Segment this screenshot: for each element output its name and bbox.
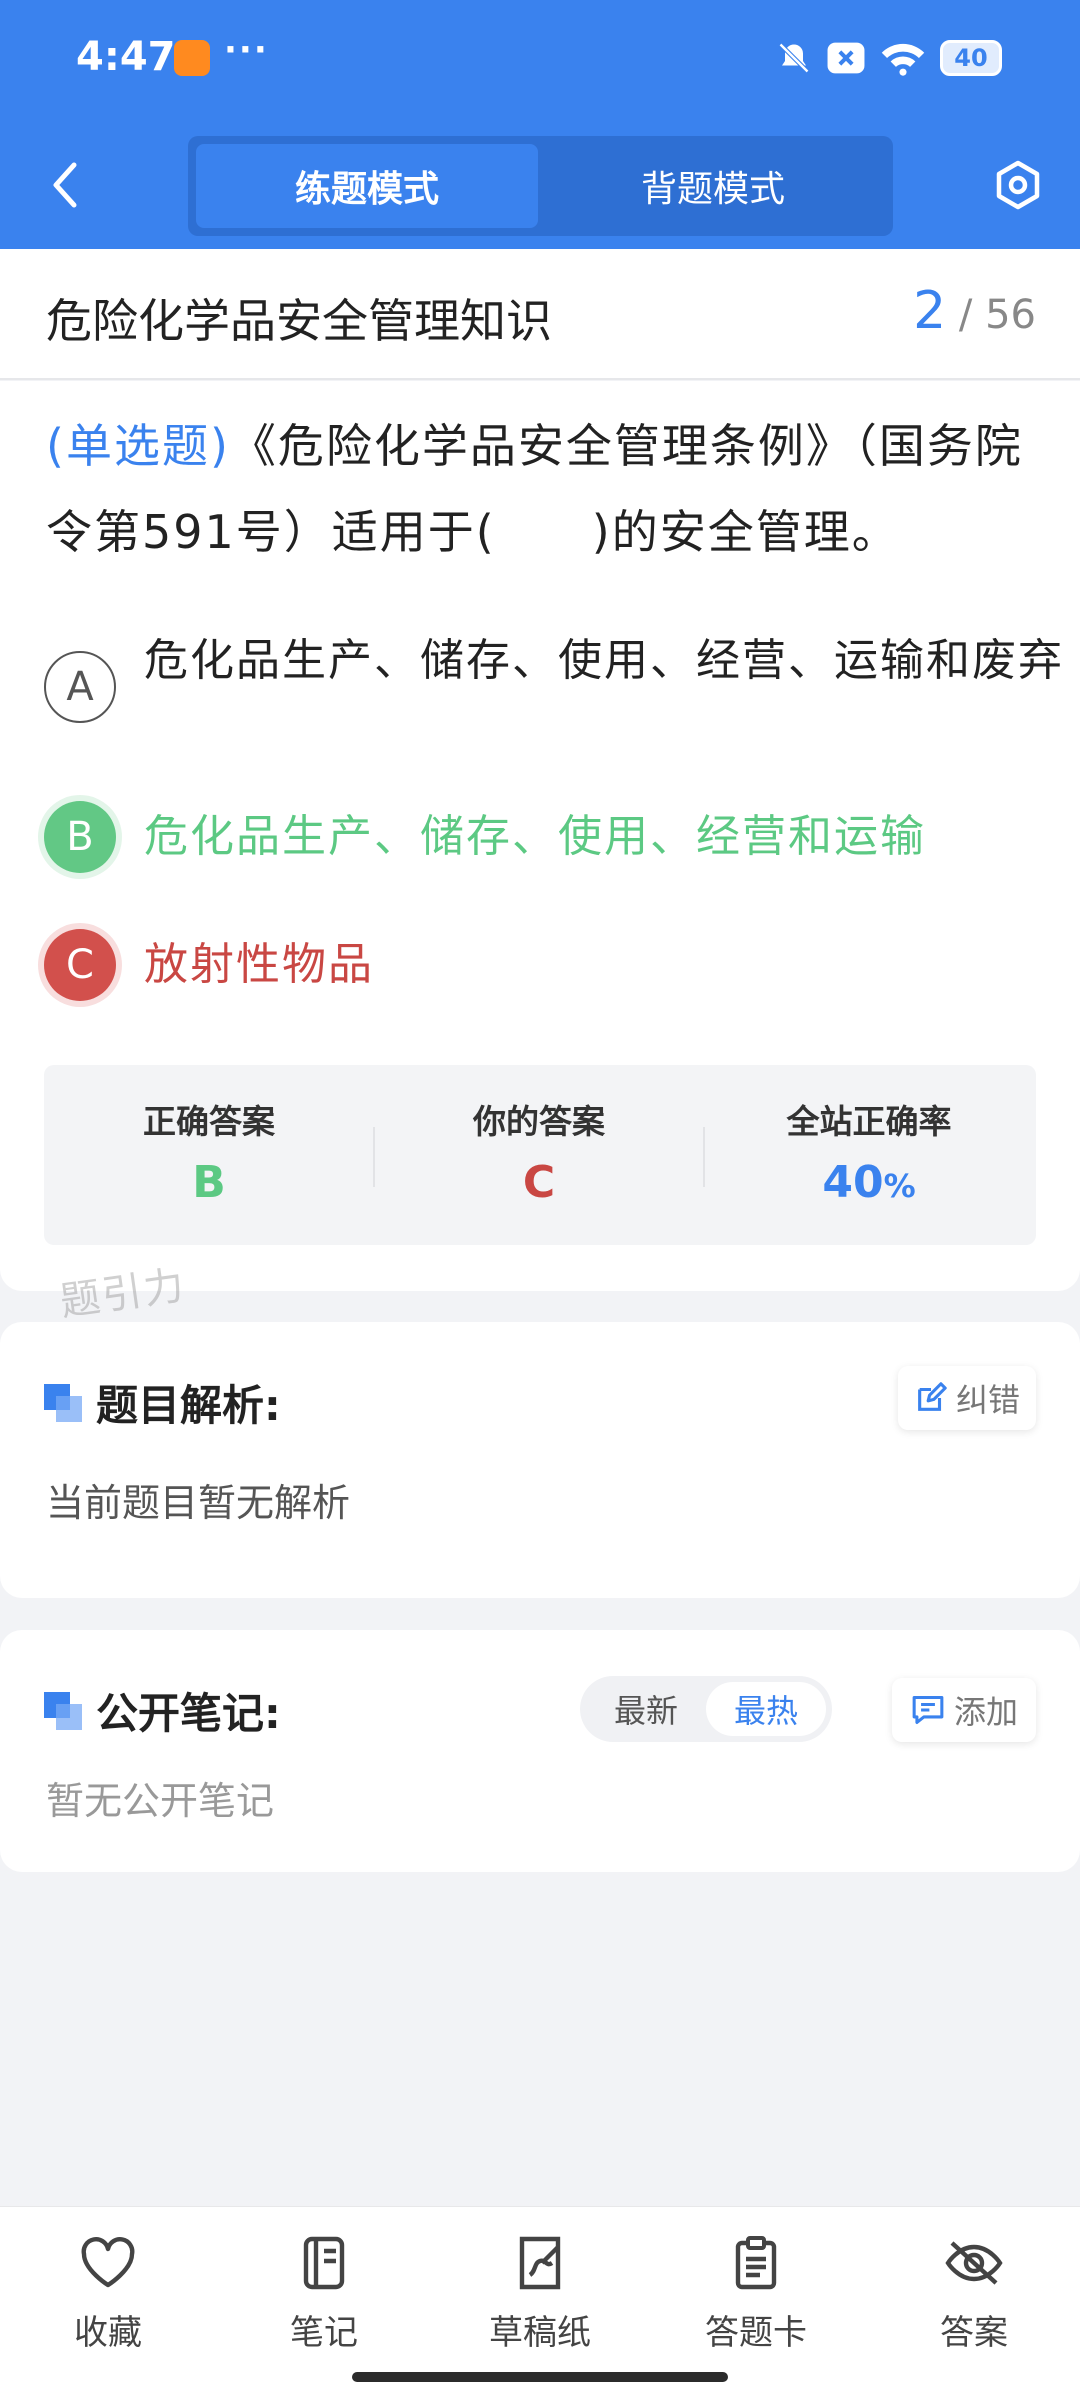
accuracy-rate-label: 全站正确率 bbox=[786, 1102, 952, 1141]
favorite-button[interactable]: 收藏 bbox=[28, 2231, 188, 2354]
chapter-header: 危险化学品安全管理知识 2 / 56 bbox=[0, 249, 1080, 380]
mode-switch: 练题模式 背题模式 bbox=[188, 136, 893, 236]
status-bar: 4:47 ··· 40 bbox=[0, 0, 1080, 120]
add-note-label: 添加 bbox=[953, 1693, 1018, 1731]
notes-label: 笔记 bbox=[290, 2313, 358, 2353]
question-text: (单选题)《危险化学品安全管理条例》（国务院令第591号）适用于( )的安全管理… bbox=[46, 403, 1036, 575]
section-squares-icon bbox=[44, 1384, 82, 1422]
notes-title: 公开笔记: bbox=[96, 1689, 281, 1738]
bottom-toolbar: 收藏 笔记 草稿纸 答题卡 答案 bbox=[0, 2206, 1080, 2400]
option-b-letter: B bbox=[44, 801, 116, 873]
answer-card-label: 答题卡 bbox=[705, 2313, 807, 2353]
comment-icon bbox=[910, 1693, 946, 1727]
option-c-text: 放射性物品 bbox=[144, 939, 374, 990]
home-indicator[interactable] bbox=[352, 2372, 728, 2382]
clipboard-icon bbox=[676, 2231, 836, 2295]
question-card: (单选题)《危险化学品安全管理条例》（国务院令第591号）适用于( )的安全管理… bbox=[0, 381, 1080, 1291]
battery-indicator: 40 bbox=[940, 40, 1002, 76]
heart-icon bbox=[28, 2231, 188, 2295]
current-question-number: 2 bbox=[913, 281, 947, 341]
scratch-paper-icon bbox=[460, 2231, 620, 2295]
wifi-icon bbox=[880, 40, 926, 76]
your-answer-label: 你的答案 bbox=[473, 1102, 605, 1141]
option-a-letter: A bbox=[44, 651, 116, 723]
status-time: 4:47 bbox=[76, 34, 176, 80]
total-question-count: 56 bbox=[985, 292, 1036, 338]
sort-newest-option[interactable]: 最新 bbox=[586, 1682, 706, 1736]
correct-answer-stat: 正确答案 B bbox=[44, 1065, 374, 1245]
scratch-paper-label: 草稿纸 bbox=[489, 2313, 591, 2353]
counter-separator: / bbox=[946, 292, 986, 338]
notes-button[interactable]: 笔记 bbox=[244, 2231, 404, 2354]
show-answer-label: 答案 bbox=[940, 2313, 1008, 2353]
report-error-button[interactable]: 纠错 bbox=[898, 1366, 1036, 1430]
notes-body: 暂无公开笔记 bbox=[46, 1779, 275, 1823]
section-squares-icon bbox=[44, 1692, 82, 1730]
correct-answer-label: 正确答案 bbox=[143, 1102, 275, 1141]
public-notes-section: 公开笔记: 最新 最热 添加 暂无公开笔记 bbox=[0, 1630, 1080, 1872]
answer-card-button[interactable]: 答题卡 bbox=[676, 2231, 836, 2354]
accuracy-rate-value: 40% bbox=[704, 1157, 1034, 1208]
analysis-section: 题目解析: 纠错 当前题目暂无解析 bbox=[0, 1322, 1080, 1598]
accuracy-rate-number: 40 bbox=[822, 1157, 884, 1208]
analysis-title: 题目解析: bbox=[96, 1381, 281, 1430]
question-counter[interactable]: 2 / 56 bbox=[913, 281, 1036, 341]
analysis-body: 当前题目暂无解析 bbox=[46, 1481, 351, 1525]
chapter-title: 危险化学品安全管理知识 bbox=[46, 294, 552, 348]
tab-practice-mode[interactable]: 练题模式 bbox=[196, 144, 538, 228]
question-type-label: (单选题) bbox=[46, 419, 230, 473]
tab-memorize-mode[interactable]: 背题模式 bbox=[542, 144, 884, 228]
show-answer-button[interactable]: 答案 bbox=[894, 2231, 1054, 2354]
favorite-label: 收藏 bbox=[74, 2313, 142, 2353]
more-notifications-icon: ··· bbox=[224, 30, 269, 70]
notebook-icon bbox=[244, 2231, 404, 2295]
option-a-text: 危化品生产、储存、使用、经营、运输和废弃 bbox=[144, 635, 1064, 686]
app-notification-icon bbox=[174, 40, 210, 76]
accuracy-rate-stat: 全站正确率 40% bbox=[704, 1065, 1034, 1245]
bell-muted-icon bbox=[776, 40, 812, 76]
close-box-icon bbox=[826, 40, 866, 76]
accuracy-rate-unit: % bbox=[883, 1167, 916, 1205]
sort-hottest-option[interactable]: 最热 bbox=[706, 1682, 826, 1736]
nav-bar: 练题模式 背题模式 bbox=[0, 130, 1080, 240]
correct-answer-value: B bbox=[192, 1157, 226, 1208]
edit-icon bbox=[914, 1381, 948, 1415]
your-answer-value: C bbox=[522, 1157, 556, 1208]
add-note-button[interactable]: 添加 bbox=[892, 1678, 1036, 1742]
notes-sort-toggle: 最新 最热 bbox=[580, 1676, 832, 1742]
your-answer-stat: 你的答案 C bbox=[374, 1065, 704, 1245]
report-error-label: 纠错 bbox=[955, 1381, 1020, 1419]
top-bar: 4:47 ··· 40 练题模式 背题模式 bbox=[0, 0, 1080, 249]
settings-button[interactable] bbox=[988, 155, 1048, 215]
hexagon-settings-icon bbox=[996, 160, 1040, 210]
scratch-paper-button[interactable]: 草稿纸 bbox=[460, 2231, 620, 2354]
answer-stats: 正确答案 B 你的答案 C 全站正确率 40% bbox=[44, 1065, 1036, 1245]
option-b-text: 危化品生产、储存、使用、经营和运输 bbox=[144, 811, 926, 862]
chevron-left-icon bbox=[53, 162, 77, 208]
back-button[interactable] bbox=[40, 155, 90, 215]
option-c-letter: C bbox=[44, 929, 116, 1001]
eye-off-icon bbox=[894, 2231, 1054, 2295]
